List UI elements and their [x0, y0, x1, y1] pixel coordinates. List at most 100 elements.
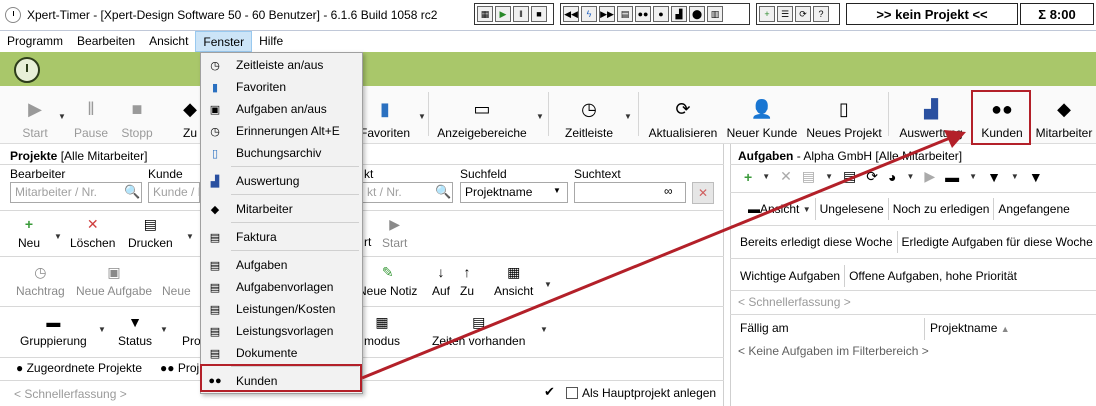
tasklist-icon[interactable]: ☰ — [777, 6, 793, 22]
neue-notiz-button[interactable]: ✎ Neue Notiz — [358, 264, 417, 298]
menu-item-zeitleiste[interactable]: ◷ Zeitleiste an/aus — [201, 54, 362, 76]
start-dropdown-icon[interactable]: ▼ — [58, 112, 66, 121]
chevron-down-icon[interactable]: ▼ — [762, 172, 770, 181]
mitarbeiter-button[interactable]: ◆ Mitarbeiter — [1034, 90, 1094, 141]
loeschen-button[interactable]: ✕ Löschen — [70, 216, 115, 250]
anzeigebereiche-button[interactable]: ▭ Anzeigebereiche — [436, 90, 528, 141]
filter-noch-zu-erledigen[interactable]: Noch zu erledigen — [889, 198, 995, 220]
menu-item-favoriten[interactable]: ▮ Favoriten — [201, 76, 362, 98]
people-icon[interactable]: ⬤ — [689, 6, 705, 22]
chevron-down-icon[interactable]: ▼ — [969, 172, 977, 181]
aktualisieren-button[interactable]: ⟳ Aktualisieren — [646, 90, 720, 141]
checkmark-icon[interactable]: ✔ — [544, 384, 555, 400]
ansicht-button[interactable]: ▬ Ansicht ▼ — [744, 198, 816, 220]
menu-item-buchungsarchiv[interactable]: ▯ Buchungsarchiv — [201, 142, 362, 164]
filter-wichtige-aufgaben[interactable]: Wichtige Aufgaben — [736, 265, 846, 287]
modus-button-partial[interactable]: ▦ modus — [364, 314, 400, 348]
suchfeld-select[interactable]: Projektname — [460, 182, 568, 203]
play-icon[interactable]: ▶ — [495, 6, 511, 22]
delete-icon[interactable]: ✕ — [780, 168, 792, 185]
current-project-display[interactable]: >> kein Projekt << — [846, 3, 1018, 25]
status-dropdown-icon[interactable]: ▼ — [160, 325, 168, 334]
start-button[interactable]: ▶ Start — [22, 90, 48, 141]
chevron-down-icon[interactable]: ▼ — [553, 186, 561, 195]
chevron-down-icon[interactable]: ▼ — [906, 172, 914, 181]
timer-calendar-icon[interactable]: ▦ — [477, 6, 493, 22]
filter-bereits-erledigt[interactable]: Bereits erledigt diese Woche — [736, 231, 898, 253]
gruppierung-dropdown-icon[interactable]: ▼ — [98, 325, 106, 334]
folder-icon[interactable]: ▬ — [945, 169, 959, 185]
binoculars-icon[interactable]: ∞ — [664, 184, 673, 198]
zeitleiste-dropdown-icon[interactable]: ▼ — [624, 112, 632, 121]
sort-zu-button[interactable]: ↑ Zu — [460, 264, 474, 298]
ansicht-button[interactable]: ▦ Ansicht — [494, 264, 533, 298]
pie-icon[interactable]: ◕ — [888, 169, 896, 185]
neuer-kunde-button[interactable]: 👤 Neuer Kunde — [726, 90, 798, 141]
neue-button-partial[interactable]: Neue — [162, 264, 191, 298]
document-icon[interactable]: ▤ — [617, 6, 633, 22]
anzeigebereiche-dropdown-icon[interactable]: ▼ — [536, 112, 544, 121]
filter-icon[interactable]: ▼ — [987, 169, 1001, 185]
bearbeiter-input[interactable]: Mitarbeiter / Nr. — [10, 182, 142, 203]
zeiten-dropdown-icon[interactable]: ▼ — [540, 325, 548, 334]
menu-item-erinnerungen[interactable]: ◷ Erinnerungen Alt+E — [201, 120, 362, 142]
zeitleiste-button[interactable]: ◷ Zeitleiste — [564, 90, 614, 141]
menu-bearbeiten[interactable]: Bearbeiten — [70, 31, 142, 52]
tab-projekte-partial[interactable]: ●● Proj — [160, 361, 199, 375]
filter-ungelesene[interactable]: Ungelesene — [816, 198, 889, 220]
start-button-disabled[interactable]: ▶ Start — [382, 216, 407, 250]
menu-item-aufgaben-anaus[interactable]: ▣ Aufgaben an/aus — [201, 98, 362, 120]
hauptprojekt-checkbox[interactable] — [566, 387, 578, 399]
ansicht-dropdown-icon[interactable]: ▼ — [544, 280, 552, 289]
help-icon[interactable]: ? — [813, 6, 829, 22]
menu-hilfe[interactable]: Hilfe — [252, 31, 290, 52]
neu-button[interactable]: + Neu — [18, 216, 40, 250]
rewind-icon[interactable]: ◀◀ — [563, 6, 579, 22]
timeline-clock-icon[interactable] — [14, 57, 40, 83]
status-button[interactable]: ▼ Status — [118, 314, 152, 348]
menu-item-mitarbeiter[interactable]: ◆ Mitarbeiter — [201, 198, 362, 220]
tasks-schnellerfassung-input[interactable]: < Schnellerfassung > — [738, 295, 851, 309]
refresh-icon[interactable]: ⟳ — [866, 168, 878, 185]
flash-icon[interactable]: ϟ — [581, 6, 597, 22]
list-icon[interactable]: ▤ — [843, 168, 856, 185]
menu-item-leistungen-kosten[interactable]: ▤ Leistungen/Kosten — [201, 298, 362, 320]
menu-item-leistungsvorlagen[interactable]: ▤ Leistungsvorlagen — [201, 320, 362, 342]
chevron-down-icon[interactable]: ▼ — [825, 172, 833, 181]
kunde-input[interactable]: Kunde / N — [148, 182, 200, 203]
menu-item-aufgaben[interactable]: ▤ Aufgaben — [201, 254, 362, 276]
column-faellig-am[interactable]: Fällig am — [740, 321, 789, 335]
pause-button[interactable]: ‖ Pause — [74, 90, 108, 141]
menu-programm[interactable]: Programm — [0, 31, 70, 52]
clear-search-button[interactable]: ✕ — [692, 182, 714, 204]
column-projektname[interactable]: Projektname ▲ — [930, 321, 1010, 335]
menu-item-aufgabenvorlagen[interactable]: ▤ Aufgabenvorlagen — [201, 276, 362, 298]
filter-erledigte-aufgaben[interactable]: Erledigte Aufgaben für diese Woche — [898, 231, 1096, 253]
menu-fenster[interactable]: Fenster — [195, 31, 253, 52]
zeiten-vorhanden-button[interactable]: ▤ Zeiten vorhanden — [432, 314, 525, 348]
favoriten-button[interactable]: ▮ Favoriten — [360, 90, 410, 141]
search-icon[interactable]: 🔍 — [124, 184, 140, 200]
zu-button[interactable]: ◆ Zu — [180, 90, 200, 141]
person-icon[interactable]: ● — [653, 6, 669, 22]
plus-icon[interactable]: + — [744, 169, 752, 185]
add-task-icon[interactable]: + — [759, 6, 775, 22]
menu-item-faktura[interactable]: ▤ Faktura — [201, 226, 362, 248]
neu-dropdown-icon[interactable]: ▼ — [54, 232, 62, 241]
chevron-down-icon[interactable]: ▼ — [1011, 172, 1019, 181]
users-icon[interactable]: ●● — [635, 6, 651, 22]
filter-offene-aufgaben[interactable]: Offene Aufgaben, hohe Priorität — [845, 265, 1021, 287]
stopp-button[interactable]: ■ Stopp — [120, 90, 154, 141]
neues-projekt-button[interactable]: ▯ Neues Projekt — [806, 90, 882, 141]
favoriten-dropdown-icon[interactable]: ▼ — [418, 112, 426, 121]
auswertung-button[interactable]: ▟ Auswertung — [898, 90, 964, 141]
gruppierung-button[interactable]: ▬ Gruppierung — [20, 314, 87, 348]
refresh-icon[interactable]: ⟳ — [795, 6, 811, 22]
drucken-dropdown-icon[interactable]: ▼ — [186, 232, 194, 241]
forward-icon[interactable]: ▶▶ — [599, 6, 615, 22]
schnellerfassung-input[interactable]: < Schnellerfassung > — [14, 387, 127, 401]
stack-icon[interactable]: ▥ — [707, 6, 723, 22]
stop-icon[interactable]: ■ — [531, 6, 547, 22]
sort-auf-button[interactable]: ↓ Auf — [432, 264, 450, 298]
play-icon[interactable]: ▶ — [924, 168, 935, 185]
